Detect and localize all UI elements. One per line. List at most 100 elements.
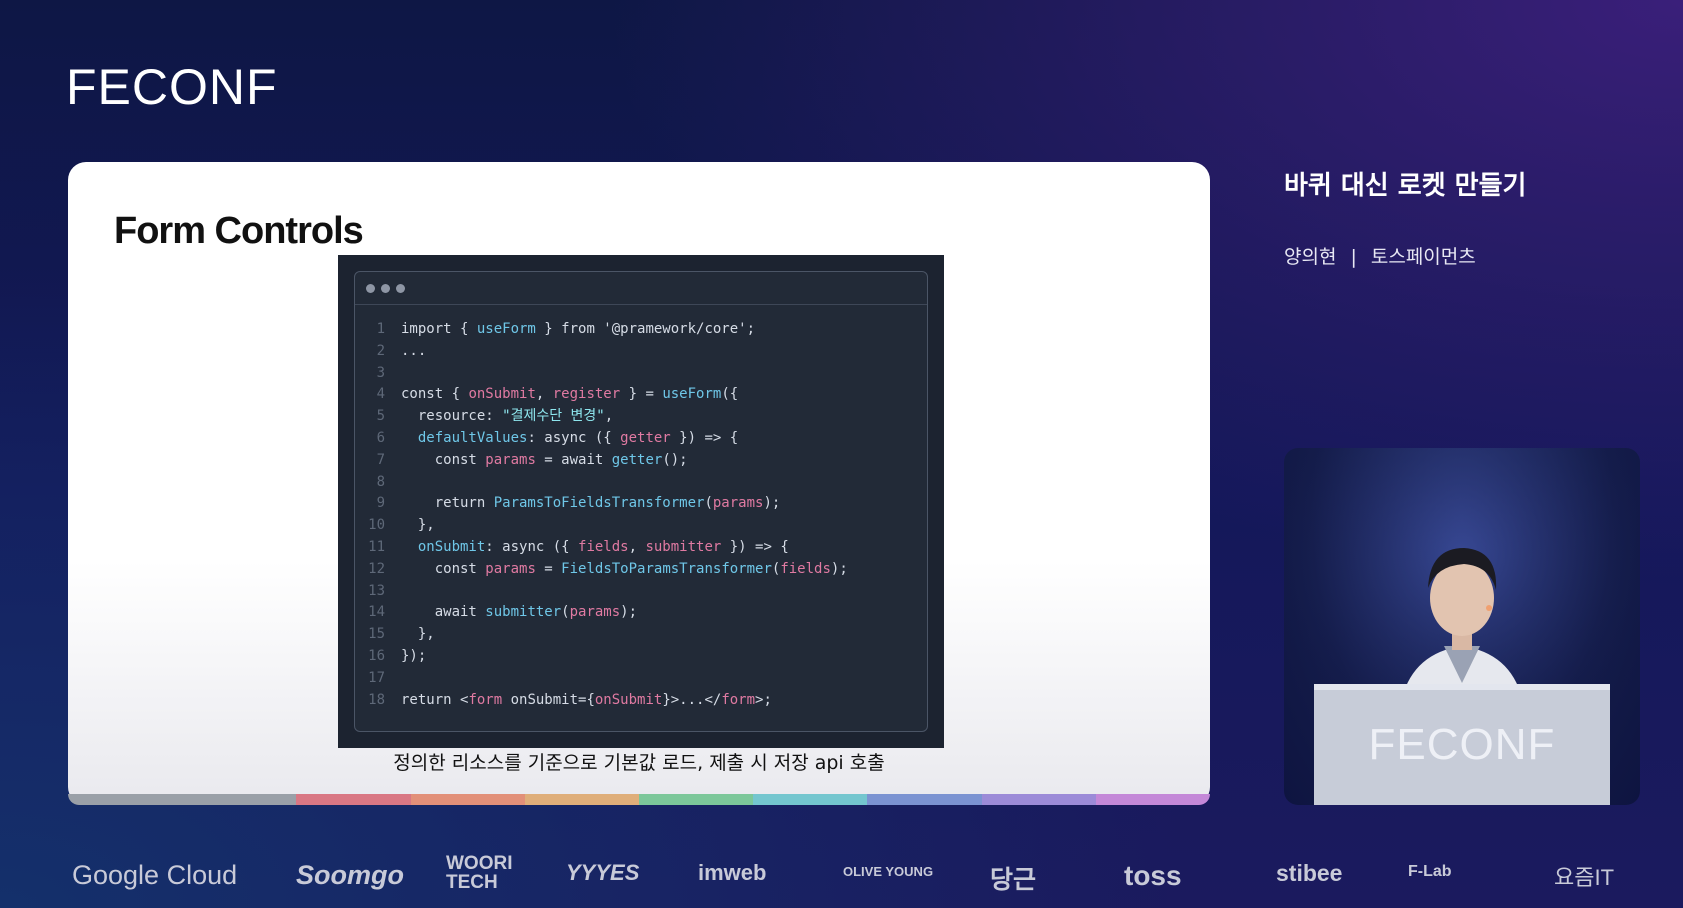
code-token: useForm (662, 386, 722, 403)
code-token: , (604, 408, 614, 425)
code-token: >; (755, 691, 772, 708)
sponsor-google-cloud-logo: Google Cloud (72, 860, 238, 890)
code-token: import { (401, 321, 477, 337)
line-number: 10 (368, 517, 385, 534)
code-line: 10 }, (355, 515, 848, 537)
window-title-bar (355, 272, 927, 305)
sponsor-f-lab-logo: F-Lab (1408, 863, 1452, 880)
speaker-info: 양의현 | 토스페이먼츠 (1284, 242, 1476, 269)
line-number: 18 (368, 691, 385, 708)
slide-caption: 정의한 리소스를 기준으로 기본값 로드, 제출 시 저장 api 호출 (393, 752, 885, 774)
sponsor-stibee-logo: stibee (1276, 860, 1343, 886)
line-number: 8 (376, 473, 385, 490)
code-token: return (401, 495, 494, 512)
code-token: getter (620, 429, 671, 446)
code-token: const (401, 560, 486, 577)
code-token: }); (401, 647, 427, 664)
code-token: ({ (721, 386, 739, 403)
code-line: 16}); (355, 646, 848, 668)
podium-logo: FECONF (1368, 720, 1556, 769)
code-token: ( (704, 495, 713, 512)
code-token: }) => { (670, 429, 739, 446)
sponsor-toss-logo: toss (1124, 860, 1182, 891)
code-token: "결제수단 변경" (502, 408, 605, 425)
sponsor-olive-young-logo: OLIVE YOUNG (843, 864, 934, 879)
code-line: 1 import { useForm } from '@pramework/cor… (355, 319, 848, 341)
code-token: } = (620, 386, 663, 403)
color-strip-segment (68, 794, 297, 805)
code-token: register (552, 386, 621, 403)
color-strip-segment (1095, 794, 1210, 805)
code-token: ... (401, 342, 427, 359)
code-token: FieldsToParamsTransformer (561, 560, 772, 577)
code-token: }>...</ (662, 691, 722, 708)
code-line: 12 const params = FieldsToParamsTransfor… (355, 559, 848, 581)
code-token: }, (401, 517, 435, 534)
code-token: defaultValues (417, 429, 528, 446)
code-token: }) => { (721, 538, 789, 555)
code-token: fields (578, 538, 629, 555)
code-token: submitter (645, 538, 722, 555)
code-token: submitter (485, 604, 562, 621)
slide-color-strip (68, 794, 1210, 805)
code-token: form (721, 691, 756, 708)
line-number: 1 (376, 321, 385, 337)
code-token: params (485, 451, 536, 468)
code-token: (); (662, 451, 688, 468)
code-token: getter (611, 451, 663, 468)
code-token: return < (401, 691, 469, 708)
code-token: onSubmit (417, 538, 486, 555)
sponsor-woori-tech-logo: WOORI TECH (446, 853, 513, 893)
color-strip-segment (410, 794, 525, 805)
line-number: 11 (368, 538, 385, 555)
code-line: 4 const { onSubmit, register } = useForm(… (355, 384, 848, 406)
code-snippet-frame: 1 import { useForm } from '@pramework/cor… (338, 255, 944, 748)
code-token: await (401, 604, 486, 621)
line-number: 2 (376, 342, 385, 359)
code-token: form (468, 691, 503, 708)
code-line: 18 return <form onSubmit={onSubmit}>...</… (355, 690, 848, 712)
code-block: 1 import { useForm } from '@pramework/cor… (355, 319, 848, 711)
code-token: onSubmit (468, 386, 536, 403)
code-token: resource: (401, 408, 503, 425)
sponsor-bar: Google Cloud Soomgo WOORI TECH YYYES imw… (0, 854, 1683, 904)
code-token: = await (535, 451, 612, 468)
code-token: params (569, 604, 621, 621)
code-token: const { (401, 386, 469, 403)
code-line: 11 onSubmit: async ({ fields, submitter … (355, 537, 848, 559)
code-token: ); (620, 604, 638, 621)
code-token: } from '@pramework/core'; (535, 321, 756, 337)
line-number: 15 (368, 626, 385, 643)
sponsor-yyyes-logo: YYYES (566, 860, 640, 885)
code-token: }, (401, 626, 435, 643)
talk-title: 바퀴 대신 로켓 만들기 (1284, 171, 1527, 201)
code-token: ); (830, 560, 848, 577)
window-dot-icon (366, 284, 375, 293)
code-token: : async ({ (485, 538, 579, 555)
sponsor-yozm-it-logo: 요즘IT (1554, 865, 1615, 890)
code-token: useForm (476, 321, 536, 337)
sponsor-daangn-logo: 당근 (990, 866, 1037, 894)
line-number: 17 (368, 669, 385, 686)
code-token: ParamsToFieldsTransformer (493, 495, 705, 512)
feconf-logo: FECONF (66, 59, 278, 115)
speaker-separator: | (1350, 246, 1357, 268)
code-line: 17 (355, 668, 848, 690)
code-token: ( (561, 604, 570, 621)
sponsor-soomgo-logo: Soomgo (296, 860, 404, 890)
code-token: onSubmit (594, 691, 663, 708)
speaker-name: 양의현 (1284, 246, 1337, 268)
code-token: params (712, 495, 764, 512)
code-token: ); (763, 495, 781, 512)
code-token: onSubmit={ (502, 691, 595, 708)
code-line: 5 resource: "결제수단 변경", (355, 406, 848, 428)
slide-title: Form Controls (114, 210, 364, 252)
color-strip-segment (524, 794, 640, 805)
code-line: 15 }, (355, 624, 848, 646)
code-line: 6 defaultValues: async ({ getter }) => { (355, 428, 848, 450)
code-token: , (535, 386, 553, 403)
line-number: 12 (368, 560, 385, 577)
window-dot-icon (381, 284, 390, 293)
